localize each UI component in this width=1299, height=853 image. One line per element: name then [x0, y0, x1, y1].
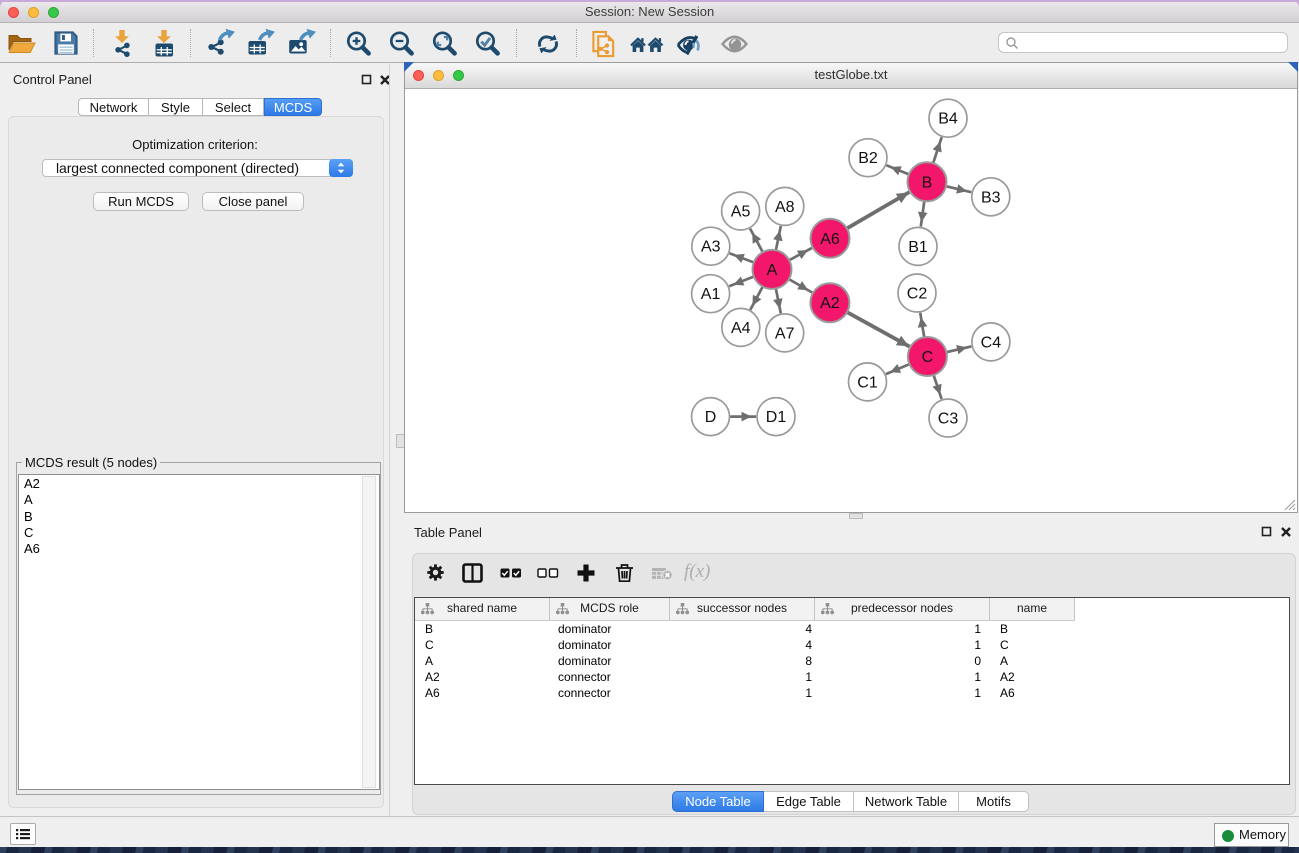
svg-text:B2: B2	[858, 150, 878, 167]
svg-text:C2: C2	[907, 286, 928, 303]
svg-text:D1: D1	[766, 409, 787, 426]
svg-text:A4: A4	[731, 320, 751, 337]
svg-text:A6: A6	[820, 231, 840, 248]
svg-text:C1: C1	[857, 374, 878, 391]
svg-text:B: B	[922, 174, 933, 191]
svg-text:C3: C3	[938, 411, 959, 428]
svg-text:B3: B3	[981, 189, 1001, 206]
svg-text:B1: B1	[908, 239, 928, 256]
svg-text:A3: A3	[701, 239, 721, 256]
svg-text:A5: A5	[731, 204, 751, 221]
svg-text:D: D	[705, 409, 717, 426]
svg-text:A: A	[767, 262, 778, 279]
svg-text:C4: C4	[981, 334, 1002, 351]
svg-text:A7: A7	[775, 325, 795, 342]
svg-text:C: C	[922, 349, 934, 366]
svg-text:A1: A1	[701, 286, 721, 303]
svg-text:A8: A8	[775, 199, 795, 216]
svg-text:A2: A2	[820, 295, 840, 312]
svg-text:B4: B4	[938, 111, 958, 128]
